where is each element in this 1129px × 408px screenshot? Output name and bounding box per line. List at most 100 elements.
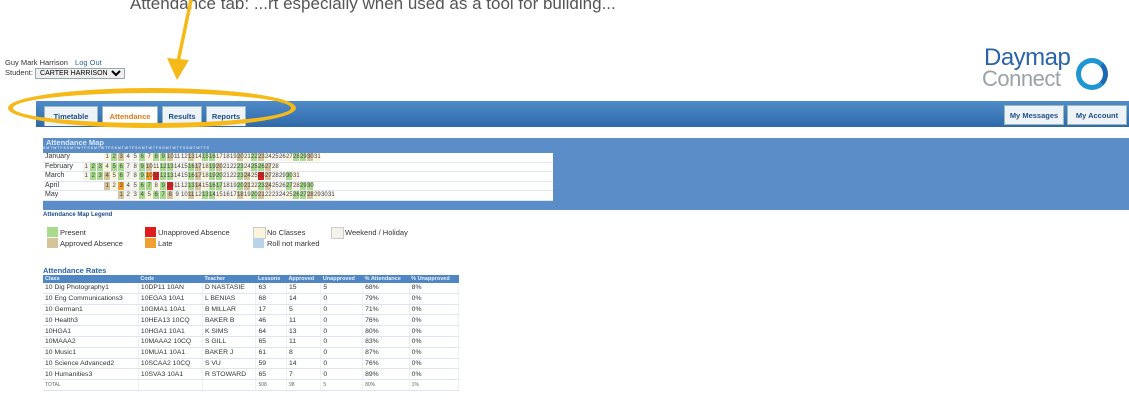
calendar-day[interactable]: 31 <box>328 191 335 199</box>
calendar-day[interactable]: 19 <box>230 181 237 190</box>
calendar-day[interactable]: 11 <box>188 191 195 199</box>
calendar-day[interactable]: 10 <box>167 181 174 190</box>
my-account-button[interactable]: My Account <box>1067 105 1127 125</box>
calendar-day[interactable]: 18 <box>202 172 209 180</box>
calendar-day[interactable]: 11 <box>153 162 160 171</box>
calendar-day[interactable]: 3 <box>97 172 104 180</box>
calendar-day[interactable]: 11 <box>153 172 160 180</box>
calendar-day[interactable]: 8 <box>132 172 139 180</box>
calendar-day[interactable]: 20 <box>216 172 223 180</box>
calendar-day[interactable]: 24 <box>265 181 272 190</box>
calendar-day[interactable]: 12 <box>195 191 202 199</box>
calendar-day[interactable]: 7 <box>125 172 132 180</box>
calendar-day[interactable]: 5 <box>132 181 139 190</box>
calendar-day[interactable]: 12 <box>181 181 188 190</box>
table-header-cell[interactable]: Teacher <box>202 275 256 283</box>
calendar-day[interactable]: 3 <box>118 181 125 190</box>
calendar-day[interactable]: 3 <box>97 162 104 171</box>
calendar-day[interactable]: 10 <box>167 153 174 161</box>
calendar-day[interactable]: 2 <box>125 191 132 199</box>
calendar-day[interactable]: 21 <box>258 191 265 199</box>
calendar-day[interactable]: 31 <box>314 153 321 161</box>
calendar-day[interactable]: 6 <box>118 162 125 171</box>
calendar-day[interactable]: 14 <box>174 172 181 180</box>
calendar-day[interactable]: 8 <box>167 191 174 199</box>
calendar-day[interactable]: 9 <box>160 153 167 161</box>
calendar-day[interactable]: 6 <box>153 191 160 199</box>
calendar-day[interactable]: 28 <box>272 172 279 180</box>
calendar-day[interactable]: 28 <box>307 191 314 199</box>
calendar-day[interactable]: 19 <box>244 191 251 199</box>
calendar-day[interactable]: 27 <box>300 191 307 199</box>
calendar-day[interactable]: 21 <box>244 153 251 161</box>
calendar-day[interactable]: 3 <box>118 153 125 161</box>
calendar-day[interactable]: 23 <box>258 153 265 161</box>
calendar-day[interactable]: 15 <box>202 153 209 161</box>
calendar-day[interactable]: 2 <box>90 172 97 180</box>
calendar-day[interactable]: 24 <box>244 172 251 180</box>
calendar-day[interactable]: 21 <box>223 162 230 171</box>
table-header-cell[interactable]: Class <box>43 275 139 283</box>
calendar-day[interactable]: 13 <box>188 181 195 190</box>
calendar-day[interactable]: 17 <box>195 172 202 180</box>
calendar-day[interactable]: 1 <box>104 153 111 161</box>
calendar-day[interactable]: 5 <box>111 172 118 180</box>
calendar-day[interactable]: 10 <box>146 162 153 171</box>
calendar-day[interactable]: 28 <box>293 181 300 190</box>
calendar-day[interactable]: 24 <box>244 162 251 171</box>
calendar-day[interactable]: 30 <box>321 191 328 199</box>
calendar-day[interactable]: 13 <box>202 191 209 199</box>
calendar-day[interactable]: 4 <box>125 181 132 190</box>
logout-link[interactable]: Log Out <box>75 58 102 67</box>
calendar-day[interactable]: 25 <box>251 172 258 180</box>
calendar-day[interactable]: 3 <box>132 191 139 199</box>
calendar-day[interactable]: 22 <box>251 153 258 161</box>
calendar-day[interactable]: 14 <box>174 162 181 171</box>
calendar-day[interactable]: 17 <box>230 191 237 199</box>
calendar-day[interactable]: 7 <box>146 181 153 190</box>
calendar-day[interactable]: 9 <box>174 191 181 199</box>
calendar-day[interactable]: 8 <box>132 162 139 171</box>
calendar-day[interactable]: 18 <box>237 191 244 199</box>
calendar-day[interactable]: 17 <box>216 153 223 161</box>
calendar-day[interactable]: 16 <box>209 181 216 190</box>
calendar-day[interactable]: 17 <box>216 181 223 190</box>
calendar-day[interactable]: 20 <box>251 191 258 199</box>
calendar-day[interactable]: 23 <box>258 181 265 190</box>
calendar-day[interactable]: 4 <box>104 172 111 180</box>
calendar-day[interactable]: 11 <box>174 153 181 161</box>
calendar-day[interactable]: 16 <box>188 172 195 180</box>
calendar-day[interactable]: 2 <box>90 162 97 171</box>
calendar-day[interactable]: 29 <box>314 191 321 199</box>
calendar-day[interactable]: 26 <box>258 172 265 180</box>
calendar-day[interactable]: 29 <box>300 181 307 190</box>
calendar-day[interactable]: 29 <box>279 172 286 180</box>
calendar-day[interactable]: 13 <box>188 153 195 161</box>
calendar-day[interactable]: 20 <box>237 181 244 190</box>
calendar-day[interactable]: 30 <box>286 172 293 180</box>
calendar-day[interactable]: 22 <box>230 162 237 171</box>
calendar-day[interactable]: 28 <box>272 162 279 171</box>
calendar-day[interactable]: 22 <box>251 181 258 190</box>
calendar-day[interactable]: 25 <box>251 162 258 171</box>
calendar-day[interactable]: 6 <box>139 153 146 161</box>
calendar-day[interactable]: 16 <box>209 153 216 161</box>
calendar-day[interactable]: 18 <box>223 181 230 190</box>
calendar-day[interactable]: 12 <box>160 162 167 171</box>
calendar-day[interactable]: 29 <box>300 153 307 161</box>
table-header-cell[interactable]: Code <box>138 275 203 283</box>
calendar-day[interactable]: 13 <box>167 172 174 180</box>
calendar-day[interactable]: 5 <box>146 191 153 199</box>
calendar-day[interactable]: 25 <box>286 191 293 199</box>
calendar-day[interactable]: 18 <box>223 153 230 161</box>
calendar-day[interactable]: 30 <box>307 181 314 190</box>
calendar-day[interactable]: 6 <box>118 172 125 180</box>
calendar-day[interactable]: 8 <box>153 181 160 190</box>
calendar-day[interactable]: 7 <box>160 191 167 199</box>
calendar-day[interactable]: 1 <box>83 172 90 180</box>
calendar-day[interactable]: 9 <box>139 172 146 180</box>
calendar-day[interactable]: 26 <box>258 162 265 171</box>
calendar-day[interactable]: 8 <box>153 153 160 161</box>
calendar-day[interactable]: 7 <box>146 153 153 161</box>
table-header-cell[interactable]: % Attendance <box>362 275 410 283</box>
